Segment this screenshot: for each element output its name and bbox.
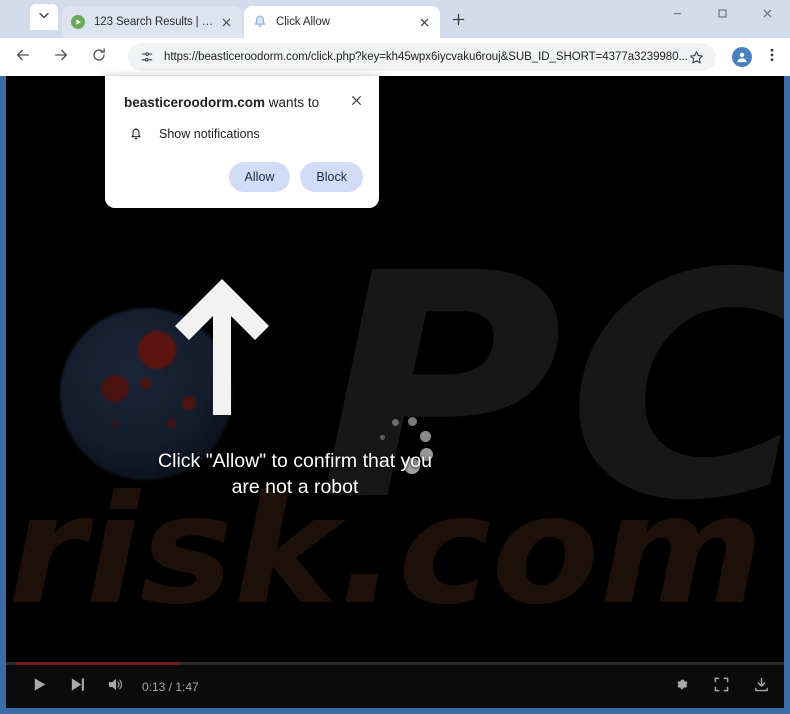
dialog-actions: Allow Block [228,162,363,192]
next-button[interactable] [58,674,96,700]
navigation-toolbar: https://beasticeroodorm.com/click.php?ke… [0,38,790,76]
maximize-icon [717,6,728,24]
permission-row: Show notifications [127,125,260,143]
profile-avatar-icon [731,47,752,67]
notification-permission-dialog: beasticeroodorm.com wants to Show notifi… [105,76,379,208]
green-play-circle-icon [70,14,86,30]
url-text[interactable]: https://beasticeroodorm.com/click.php?ke… [164,51,688,63]
forward-button[interactable] [46,42,76,72]
star-icon[interactable] [688,48,706,66]
browser-window: 123 Search Results | 123Movies Click All… [0,0,790,714]
bell-icon [127,125,145,143]
page-headline: Click "Allow" to confirm that you are no… [6,448,784,500]
fullscreen-icon [713,676,730,698]
block-button[interactable]: Block [300,162,363,192]
maximize-button[interactable] [700,0,745,30]
video-player-controls: 0:13 / 1:47 [6,662,784,708]
chevron-down-icon [38,8,50,26]
download-button[interactable] [748,674,774,700]
dialog-title: beasticeroodorm.com wants to [124,94,347,112]
gear-icon [673,676,690,698]
play-button[interactable] [20,674,58,700]
fullscreen-button[interactable] [708,674,734,700]
dialog-origin: beasticeroodorm.com [124,95,266,110]
volume-icon [107,676,124,698]
close-icon[interactable] [416,14,432,30]
volume-button[interactable] [96,674,134,700]
tab-title: 123 Search Results | 123Movies [94,16,218,28]
planet-spot [167,419,176,428]
planet-spot [101,375,129,402]
settings-button[interactable] [668,674,694,700]
site-settings-icon[interactable] [138,48,156,66]
headline-line-2: are not a robot [231,476,359,498]
window-controls [655,0,790,38]
planet-spot [112,421,118,427]
minimize-button[interactable] [655,0,700,30]
profile-button[interactable] [728,43,756,71]
allow-button[interactable]: Allow [228,162,291,192]
next-track-icon [69,676,86,698]
minimize-icon [672,6,683,24]
close-window-button[interactable] [745,0,790,30]
permission-label: Show notifications [159,127,260,141]
reload-button[interactable] [84,42,114,72]
tab-title: Click Allow [276,16,330,28]
forward-arrow-icon [53,47,69,68]
dialog-header: beasticeroodorm.com wants to [124,94,365,112]
close-icon[interactable] [218,14,234,30]
tabstrip: 123 Search Results | 123Movies Click All… [0,0,790,38]
planet-spot [138,331,176,369]
time-display: 0:13 / 1:47 [142,680,199,694]
headline-line-1: Click "Allow" to confirm that you [158,450,432,472]
blue-bell-icon [252,14,268,30]
download-icon [753,676,770,698]
tab-click-allow[interactable]: Click Allow [244,6,440,38]
player-left-controls: 0:13 / 1:47 [20,674,199,700]
new-tab-button[interactable] [446,10,470,34]
plus-icon [452,13,465,31]
address-bar[interactable]: https://beasticeroodorm.com/click.php?ke… [128,43,716,71]
up-arrow-icon [172,279,272,415]
dialog-title-suffix: wants to [265,95,320,110]
titlebar: 123 Search Results | 123Movies Click All… [0,0,790,38]
back-arrow-icon [15,47,31,68]
back-button[interactable] [8,42,38,72]
planet-spot [140,378,151,389]
three-dot-menu-button[interactable] [758,42,786,72]
close-icon [351,93,362,111]
tab-search-button[interactable] [30,4,58,30]
progress-bar-fill [16,662,179,665]
tab-123movies[interactable]: 123 Search Results | 123Movies [62,6,242,38]
three-dot-menu-icon [765,48,779,67]
dialog-close-button[interactable] [347,93,365,111]
progress-bar-track[interactable] [6,662,784,665]
reload-icon [91,47,107,68]
player-right-controls [668,674,774,700]
play-icon [31,676,48,698]
close-icon [762,6,773,24]
